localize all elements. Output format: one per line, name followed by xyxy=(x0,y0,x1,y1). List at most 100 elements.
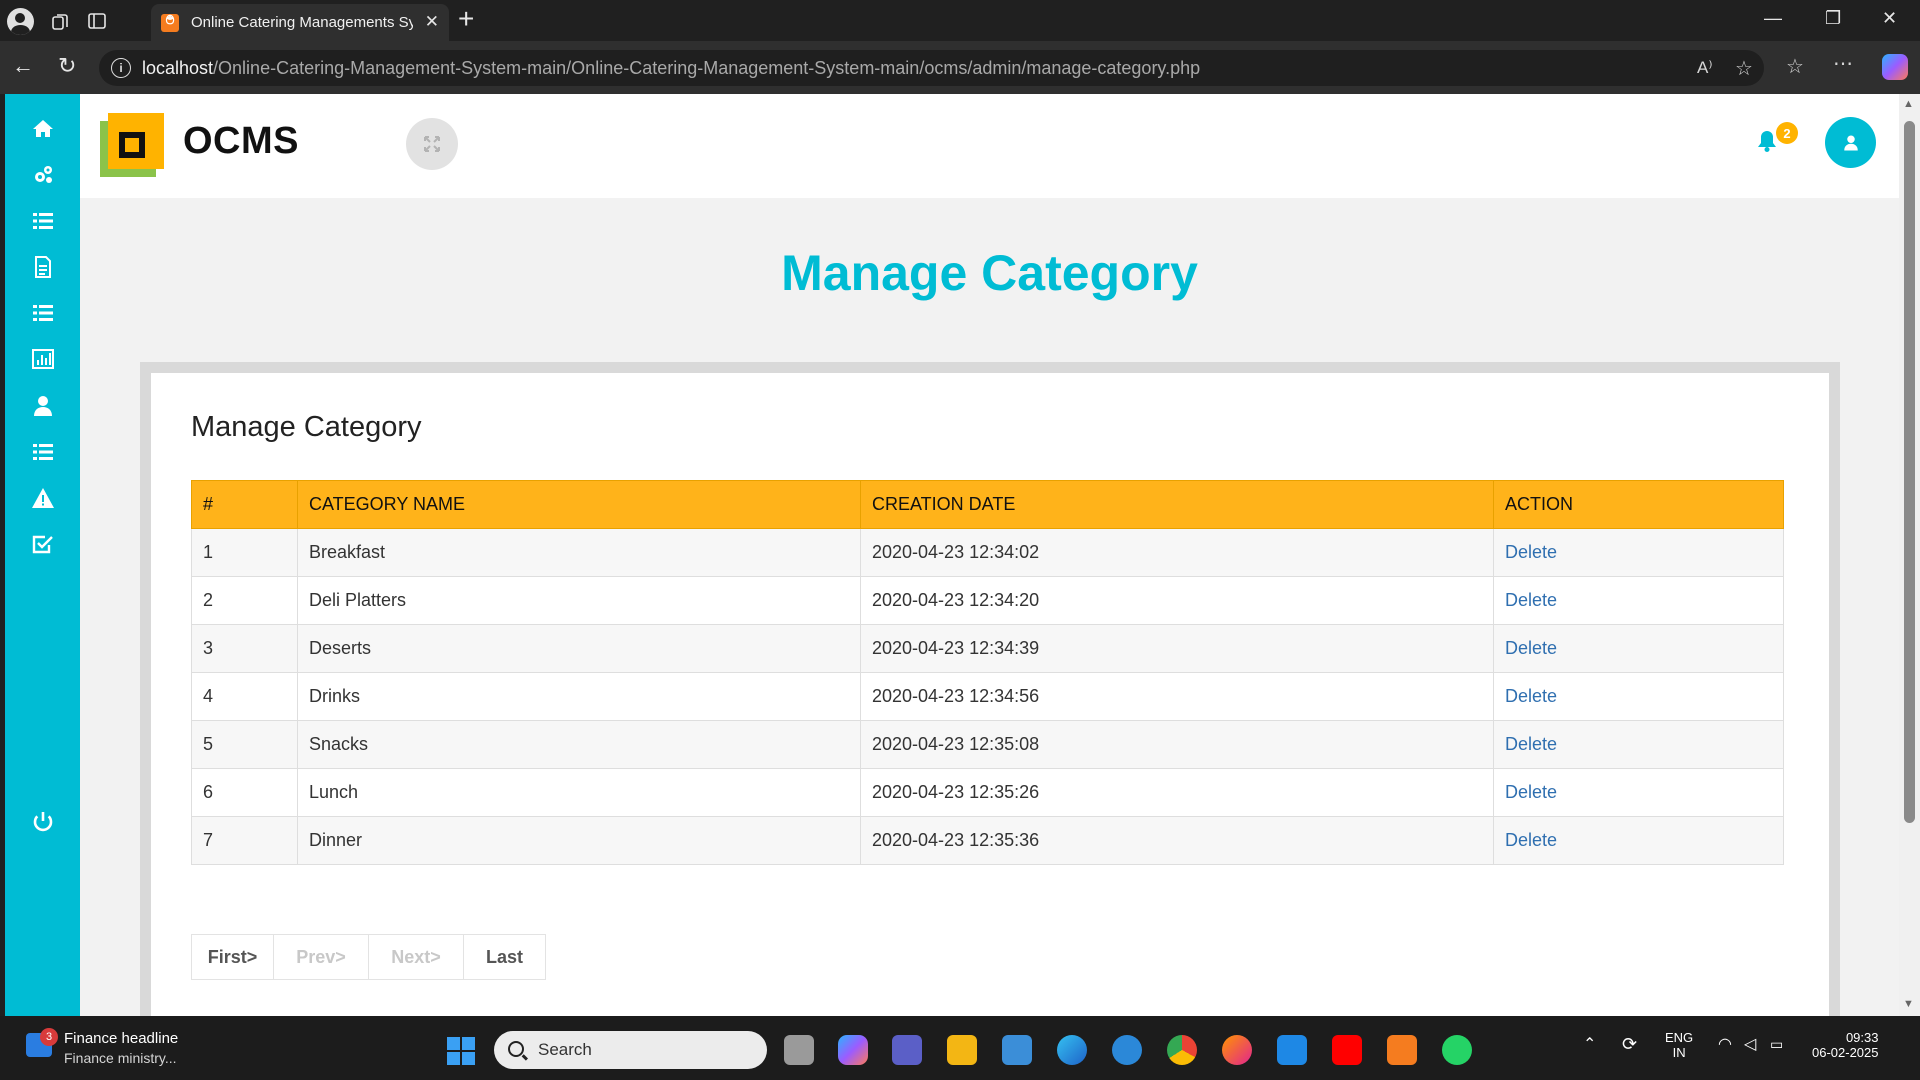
xampp-icon[interactable] xyxy=(1387,1035,1417,1065)
category-name: Deli Platters xyxy=(297,576,861,625)
user-menu-button[interactable] xyxy=(1825,117,1876,168)
column-header-number: # xyxy=(191,480,298,529)
delete-link[interactable]: Delete xyxy=(1505,782,1557,802)
close-window-icon[interactable]: ✕ xyxy=(1882,8,1897,29)
search-icon xyxy=(508,1041,524,1057)
profile-icon xyxy=(6,7,34,35)
read-aloud-icon[interactable]: A⁾ xyxy=(1697,58,1713,78)
creation-date: 2020-04-23 12:34:56 xyxy=(860,672,1494,721)
sidebar-item-users[interactable] xyxy=(5,386,80,426)
language-indicator[interactable]: ENG IN xyxy=(1665,1030,1693,1060)
copilot-icon[interactable] xyxy=(1882,54,1908,80)
file-explorer-icon[interactable] xyxy=(947,1035,977,1065)
sidebar-item-settings[interactable] xyxy=(5,155,80,195)
sidebar-item-document[interactable] xyxy=(5,247,80,287)
category-name: Drinks xyxy=(297,672,861,721)
youtube-icon[interactable] xyxy=(1332,1035,1362,1065)
category-table: # CATEGORY NAME CREATION DATE ACTION 1 B… xyxy=(191,480,1784,865)
brand-name: OCMS xyxy=(183,120,299,162)
chrome-icon[interactable] xyxy=(1167,1035,1197,1065)
news-headline[interactable]: Finance headline xyxy=(64,1030,178,1047)
page-viewport: OCMS 2 Manage Category Manage Category #… xyxy=(5,94,1899,1016)
url-field[interactable]: i localhost/Online-Catering-Management-S… xyxy=(99,50,1764,86)
news-subtext[interactable]: Finance ministry... xyxy=(64,1050,177,1066)
delete-link[interactable]: Delete xyxy=(1505,638,1557,658)
row-number: 6 xyxy=(191,768,298,817)
sidebar-item-list-2[interactable] xyxy=(5,293,80,333)
table-row: 2 Deli Platters 2020-04-23 12:34:20 Dele… xyxy=(191,576,1784,625)
warning-icon xyxy=(31,488,54,508)
category-name: Deserts xyxy=(297,624,861,673)
power-icon xyxy=(33,812,52,832)
vscode-icon[interactable] xyxy=(1277,1035,1307,1065)
wifi-icon[interactable]: ◠ xyxy=(1718,1034,1732,1054)
last-page-button[interactable]: Last xyxy=(463,934,546,980)
delete-link[interactable]: Delete xyxy=(1505,590,1557,610)
row-number: 4 xyxy=(191,672,298,721)
new-tab-icon[interactable]: + xyxy=(458,3,474,35)
clock[interactable]: 09:33 06-02-2025 xyxy=(1812,1030,1879,1060)
sidebar-item-tasks[interactable] xyxy=(5,524,80,564)
address-bar-row: ← ↻ i localhost/Online-Catering-Manageme… xyxy=(0,41,1920,94)
back-icon[interactable]: ← xyxy=(12,53,34,79)
delete-link[interactable]: Delete xyxy=(1505,686,1557,706)
close-tab-icon[interactable]: ✕ xyxy=(425,12,439,32)
sidebar-item-reports[interactable] xyxy=(5,339,80,379)
tab-actions-button[interactable] xyxy=(82,6,112,36)
list-icon xyxy=(32,444,53,460)
edge-icon[interactable] xyxy=(1057,1035,1087,1065)
category-name: Lunch xyxy=(297,768,861,817)
microsoft-store-icon[interactable] xyxy=(1002,1035,1032,1065)
list-icon xyxy=(32,213,53,229)
checkbox-icon xyxy=(32,535,53,554)
battery-icon[interactable]: ▭ xyxy=(1770,1036,1783,1053)
sidebar xyxy=(5,94,80,1016)
show-hidden-icons[interactable]: ⌃ xyxy=(1583,1034,1596,1054)
teams-icon[interactable] xyxy=(892,1035,922,1065)
next-page-button[interactable]: Next> xyxy=(368,934,464,980)
restore-icon[interactable]: ❐ xyxy=(1825,8,1841,29)
category-name: Snacks xyxy=(297,720,861,769)
active-tab[interactable]: ࿉ Online Catering Managements System ✕ xyxy=(151,4,449,41)
first-page-button[interactable]: First> xyxy=(191,934,274,980)
user-icon xyxy=(1843,135,1858,150)
scroll-up-icon[interactable]: ▲ xyxy=(1903,98,1914,110)
favorite-star-icon[interactable]: ☆ xyxy=(1735,56,1753,81)
ocms-logo[interactable] xyxy=(100,113,164,177)
start-button[interactable] xyxy=(447,1037,475,1065)
help-icon[interactable] xyxy=(1112,1035,1142,1065)
task-view-icon[interactable] xyxy=(784,1035,814,1065)
document-icon xyxy=(34,256,51,278)
sidebar-item-home[interactable] xyxy=(5,109,80,149)
favorites-icon[interactable]: ☆ xyxy=(1786,54,1804,79)
refresh-icon[interactable]: ↻ xyxy=(58,53,76,79)
scroll-down-icon[interactable]: ▼ xyxy=(1903,998,1914,1010)
profile-button[interactable] xyxy=(5,6,35,36)
more-menu-icon[interactable]: ⋯ xyxy=(1833,51,1853,76)
user-icon xyxy=(33,396,52,416)
column-header-creation-date: CREATION DATE xyxy=(860,480,1494,529)
minimize-icon[interactable]: — xyxy=(1764,8,1782,29)
taskbar-search[interactable]: Search xyxy=(494,1031,767,1069)
delete-link[interactable]: Delete xyxy=(1505,542,1557,562)
firefox-icon[interactable] xyxy=(1222,1035,1252,1065)
sidebar-item-list-1[interactable] xyxy=(5,201,80,241)
delete-link[interactable]: Delete xyxy=(1505,830,1557,850)
list-icon xyxy=(32,305,53,321)
sync-icon[interactable]: ⟳ xyxy=(1622,1034,1637,1055)
whatsapp-icon[interactable] xyxy=(1442,1035,1472,1065)
sidebar-item-logout[interactable] xyxy=(5,802,80,842)
expand-icon xyxy=(424,136,440,152)
copilot-app-icon[interactable] xyxy=(838,1035,868,1065)
volume-icon[interactable]: ◁ xyxy=(1744,1034,1756,1054)
workspaces-button[interactable] xyxy=(46,6,76,36)
fullscreen-toggle-button[interactable] xyxy=(406,118,458,170)
notifications-button[interactable] xyxy=(1757,130,1777,157)
delete-link[interactable]: Delete xyxy=(1505,734,1557,754)
site-info-icon[interactable]: i xyxy=(111,58,131,78)
sidebar-item-alerts[interactable] xyxy=(5,478,80,518)
page-scrollbar[interactable]: ▲ ▼ xyxy=(1899,94,1920,1016)
scrollbar-thumb[interactable] xyxy=(1904,121,1915,823)
prev-page-button[interactable]: Prev> xyxy=(273,934,369,980)
sidebar-item-list-3[interactable] xyxy=(5,432,80,472)
